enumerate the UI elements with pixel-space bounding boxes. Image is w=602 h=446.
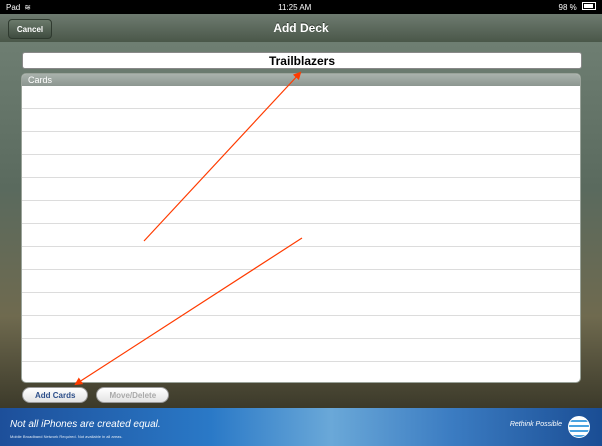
nav-title: Add Deck: [273, 21, 329, 35]
list-item[interactable]: [22, 270, 580, 293]
bottom-toolbar: Add Cards Move/Delete: [22, 387, 170, 403]
att-globe-icon: [568, 416, 590, 438]
battery-indicator: 98 %: [559, 2, 596, 12]
add-cards-button[interactable]: Add Cards: [22, 387, 89, 403]
list-item[interactable]: [22, 86, 580, 109]
list-item[interactable]: [22, 178, 580, 201]
carrier-label: Pad: [6, 2, 21, 12]
list-item[interactable]: [22, 132, 580, 155]
cards-section-header: Cards: [22, 74, 580, 86]
ad-tagline: Rethink Possible: [509, 421, 562, 428]
cards-rows: [22, 86, 580, 382]
list-item[interactable]: [22, 224, 580, 247]
battery-percent: 98 %: [558, 3, 577, 12]
status-left: Pad ≋: [6, 3, 31, 12]
ad-headline: Not all iPhones are created equal.: [10, 419, 161, 430]
list-item[interactable]: [22, 362, 580, 382]
cancel-button[interactable]: Cancel: [8, 19, 52, 39]
move-delete-button[interactable]: Move/Delete: [96, 387, 170, 403]
list-item[interactable]: [22, 201, 580, 224]
battery-icon: [582, 2, 596, 10]
list-item[interactable]: [22, 155, 580, 178]
ad-fineprint: Mobile Broadband Network Required. Not a…: [10, 434, 123, 439]
wifi-icon: ≋: [24, 2, 31, 12]
navigation-bar: Add Deck Cancel: [0, 14, 602, 43]
ad-banner[interactable]: Not all iPhones are created equal. Mobil…: [0, 408, 602, 446]
list-item[interactable]: [22, 316, 580, 339]
cards-list: Cards: [22, 74, 580, 382]
list-item[interactable]: [22, 109, 580, 132]
list-item[interactable]: [22, 293, 580, 316]
status-bar: Pad ≋ 11:25 AM 98 %: [0, 0, 602, 14]
list-item[interactable]: [22, 247, 580, 270]
list-item[interactable]: [22, 339, 580, 362]
clock: 11:25 AM: [278, 2, 312, 12]
deck-name-field[interactable]: Trailblazers: [22, 52, 582, 69]
